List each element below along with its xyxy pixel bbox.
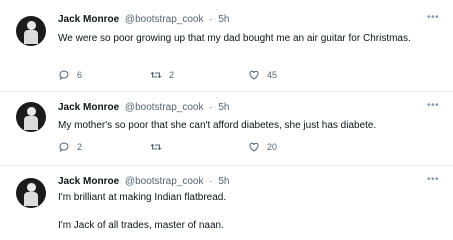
tweet-text: My mother's so poor that she can't affor… (58, 120, 377, 131)
avatar-head (27, 107, 36, 116)
avatar[interactable] (16, 178, 46, 208)
author-handle[interactable]: @bootstrap_cook (125, 102, 204, 113)
tweet-time[interactable]: 5h (218, 14, 229, 25)
retweet-icon (150, 143, 162, 151)
like-button[interactable]: 45 (248, 69, 277, 81)
avatar-body (24, 192, 38, 206)
heart-icon (249, 70, 259, 80)
reply-button[interactable]: 6 (58, 69, 82, 81)
separator-dot: · (209, 102, 213, 113)
retweet-count: 2 (169, 70, 175, 80)
ellipsis-icon[interactable]: ••• (427, 174, 439, 185)
tweet-actions: 2 20 (58, 141, 388, 155)
reply-count: 6 (77, 70, 83, 80)
author-handle[interactable]: @bootstrap_cook (125, 14, 204, 25)
author-name[interactable]: Jack Monroe (58, 14, 119, 25)
reply-count: 2 (77, 142, 83, 152)
reply-button[interactable]: 2 (58, 141, 82, 153)
separator-dot: · (209, 176, 213, 187)
tweet-text-second-paragraph: I'm Jack of all trades, master of naan. (58, 220, 224, 231)
tweet-text: I'm brilliant at making Indian flatbread… (58, 192, 227, 203)
heart-icon (249, 142, 259, 152)
reply-icon (59, 70, 69, 81)
tweet-time[interactable]: 5h (218, 102, 229, 113)
tweet-card[interactable]: Jack Monroe @bootstrap_cook · 5h ••• We … (0, 0, 453, 92)
avatar[interactable] (16, 102, 46, 132)
tweet-header: Jack Monroe @bootstrap_cook · 5h (58, 102, 229, 113)
tweet-card[interactable]: Jack Monroe @bootstrap_cook · 5h ••• My … (0, 92, 453, 166)
retweet-button[interactable] (150, 141, 169, 153)
avatar-head (27, 21, 36, 30)
tweet-time[interactable]: 5h (218, 176, 229, 187)
tweet-header: Jack Monroe @bootstrap_cook · 5h (58, 176, 229, 187)
avatar-body (24, 30, 38, 44)
retweet-icon (150, 71, 162, 79)
ellipsis-icon[interactable]: ••• (427, 12, 439, 23)
avatar-body (24, 116, 38, 130)
like-button[interactable]: 20 (248, 141, 277, 153)
avatar-head (27, 183, 36, 192)
like-count: 45 (267, 70, 278, 80)
author-name[interactable]: Jack Monroe (58, 102, 119, 113)
author-name[interactable]: Jack Monroe (58, 176, 119, 187)
like-count: 20 (267, 142, 278, 152)
separator-dot: · (209, 14, 213, 25)
tweet-header: Jack Monroe @bootstrap_cook · 5h (58, 14, 229, 25)
retweet-button[interactable]: 2 (150, 69, 174, 81)
tweet-card[interactable]: Jack Monroe @bootstrap_cook · 5h ••• I'm… (0, 166, 453, 240)
tweet-actions: 6 2 45 (58, 69, 388, 83)
reply-icon (59, 142, 69, 153)
tweet-text: We were so poor growing up that my dad b… (58, 33, 411, 44)
ellipsis-icon[interactable]: ••• (427, 100, 439, 111)
avatar[interactable] (16, 16, 46, 46)
author-handle[interactable]: @bootstrap_cook (125, 176, 204, 187)
